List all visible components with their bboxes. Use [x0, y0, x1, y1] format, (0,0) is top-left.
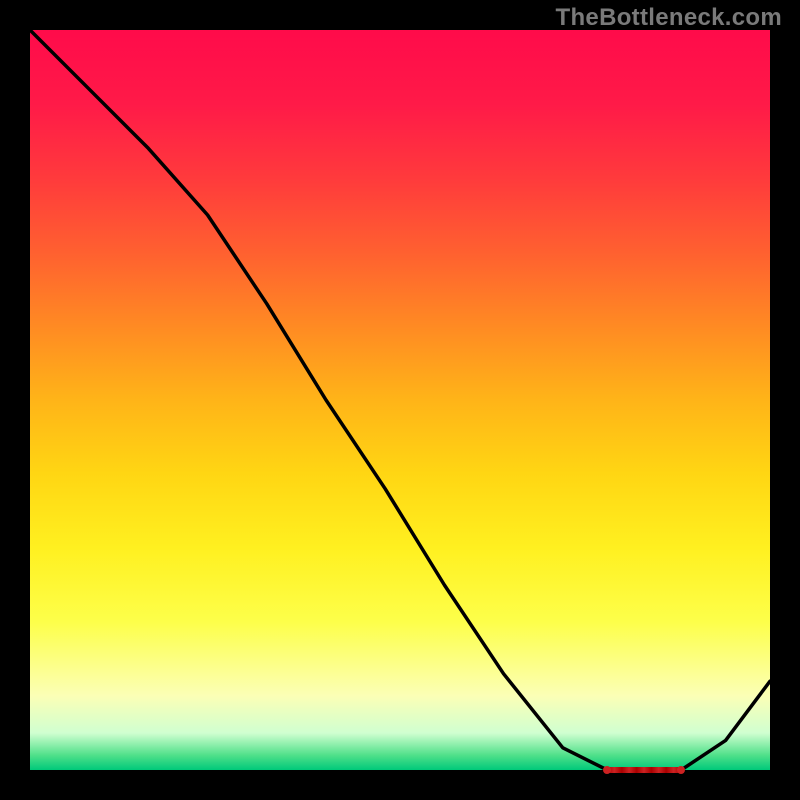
plot-area — [30, 30, 770, 770]
line-svg — [30, 30, 770, 770]
attribution-text: TheBottleneck.com — [556, 4, 782, 32]
optimum-marker — [607, 767, 681, 773]
curve-path — [30, 30, 770, 770]
chart-container: TheBottleneck.com — [0, 0, 800, 800]
